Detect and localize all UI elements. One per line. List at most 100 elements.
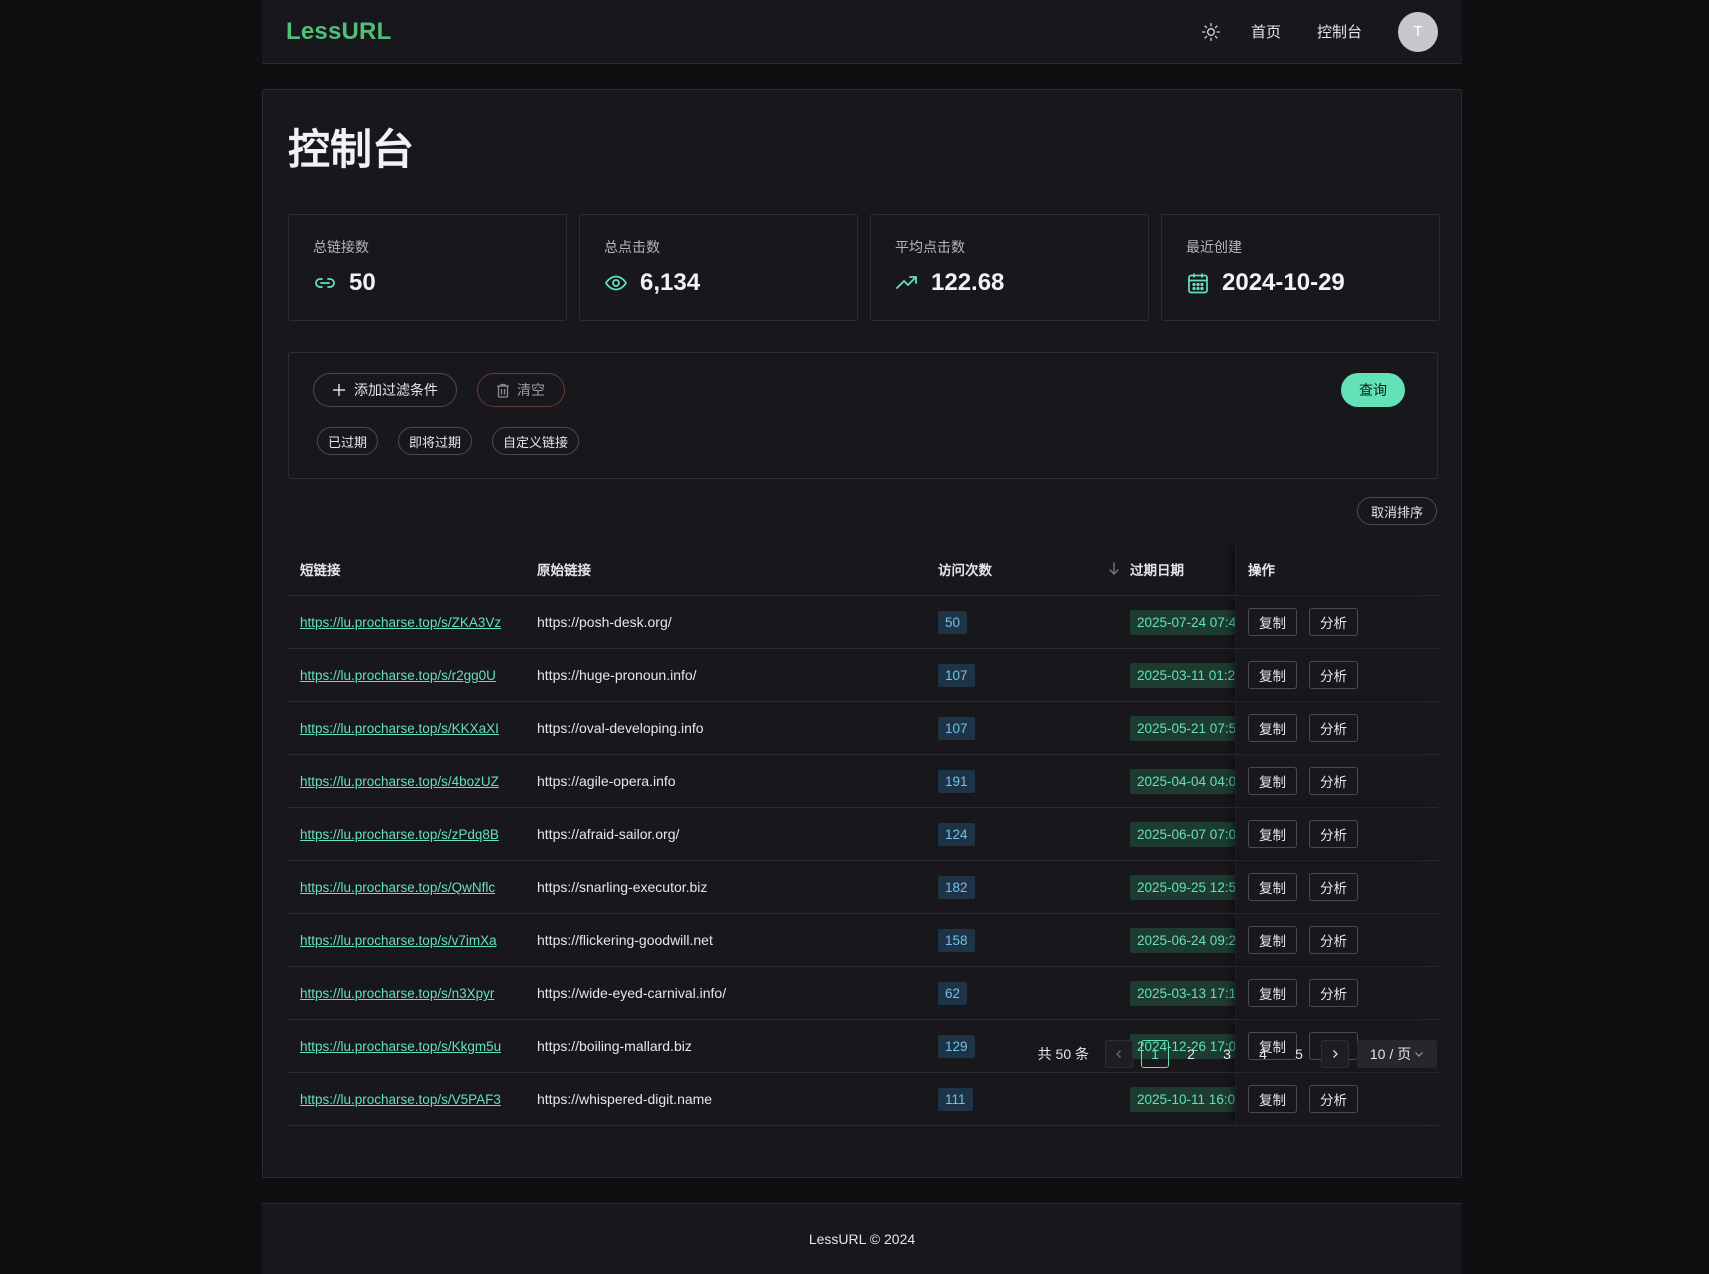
top-header: LessURL 首页 控制台 T (262, 0, 1462, 64)
short-link[interactable]: https://lu.procharse.top/s/Kkgm5u (300, 1039, 501, 1054)
actions-cell: 复制 分析 (1235, 808, 1438, 860)
copy-button[interactable]: 复制 (1248, 714, 1297, 742)
copy-button[interactable]: 复制 (1248, 1085, 1297, 1113)
avatar[interactable]: T (1398, 11, 1438, 52)
actions-cell: 复制 分析 (1235, 914, 1438, 966)
link-icon (313, 271, 337, 295)
original-link: https://oval-developing.info (537, 720, 704, 736)
page-1[interactable]: 1 (1141, 1040, 1169, 1068)
short-link[interactable]: https://lu.procharse.top/s/QwNflc (300, 880, 495, 895)
short-link-cell: https://lu.procharse.top/s/ZKA3Vz (288, 614, 537, 630)
expiry-cell: 2025-06-24 09:2 (1130, 927, 1235, 953)
visits-cell: 50 (938, 610, 1130, 634)
copy-button[interactable]: 复制 (1248, 767, 1297, 795)
original-link-cell: https://boiling-mallard.biz (537, 1038, 938, 1054)
short-link-cell: https://lu.procharse.top/s/Kkgm5u (288, 1038, 537, 1054)
copy-button[interactable]: 复制 (1248, 608, 1297, 636)
short-link-cell: https://lu.procharse.top/s/n3Xpyr (288, 985, 537, 1001)
column-header-visits[interactable]: 访问次数 (938, 559, 1130, 579)
table-row: https://lu.procharse.top/s/4bozUZ https:… (288, 755, 1438, 808)
analyze-button[interactable]: 分析 (1309, 1085, 1358, 1113)
stat-value: 50 (349, 269, 376, 296)
calendar-icon (1186, 271, 1210, 295)
copy-button[interactable]: 复制 (1248, 873, 1297, 901)
trending-up-icon (895, 271, 919, 295)
analyze-button[interactable]: 分析 (1309, 608, 1358, 636)
copy-button[interactable]: 复制 (1248, 979, 1297, 1007)
copy-button[interactable]: 复制 (1248, 661, 1297, 689)
visits-cell: 107 (938, 716, 1130, 740)
analyze-button[interactable]: 分析 (1309, 820, 1358, 848)
prev-page-button[interactable] (1105, 1040, 1133, 1068)
analyze-button[interactable]: 分析 (1309, 714, 1358, 742)
actions-cell: 复制 分析 (1235, 861, 1438, 913)
expiry-cell: 2025-07-24 07:4 (1130, 609, 1235, 635)
original-link: https://boiling-mallard.biz (537, 1038, 692, 1054)
sun-icon (1201, 22, 1220, 41)
table-header-row: 短链接 原始链接 访问次数 过期日期 操作 (288, 543, 1438, 596)
expiry-cell: 2025-10-11 16:0 (1130, 1086, 1235, 1112)
nav-home[interactable]: 首页 (1251, 21, 1281, 42)
page-4[interactable]: 4 (1249, 1040, 1277, 1068)
page-title: 控制台 (288, 126, 415, 173)
short-link[interactable]: https://lu.procharse.top/s/r2gg0U (300, 668, 496, 683)
dashboard-card: 控制台 总链接数 50 总点击数 6,134 平均点击数 122.68 最近创建… (262, 89, 1462, 1178)
actions-cell: 复制 分析 (1235, 702, 1438, 754)
analyze-button[interactable]: 分析 (1309, 873, 1358, 901)
filter-panel: 添加过滤条件 清空 查询 已过期 即将过期 自定义链接 (288, 352, 1438, 479)
visits-cell: 182 (938, 875, 1130, 899)
expiry-badge: 2025-06-07 07:0 (1130, 821, 1235, 847)
expiry-badge: 2025-07-24 07:4 (1130, 609, 1235, 635)
page-size-value: 10 / 页 (1369, 1046, 1412, 1062)
chip-expiring-soon[interactable]: 即将过期 (398, 427, 473, 455)
actions-cell: 复制 分析 (1235, 1073, 1438, 1125)
theme-toggle-button[interactable] (1197, 18, 1225, 46)
analyze-button[interactable]: 分析 (1309, 979, 1358, 1007)
page-size-select[interactable]: 10 / 页 (1357, 1040, 1437, 1068)
short-link[interactable]: https://lu.procharse.top/s/n3Xpyr (300, 986, 494, 1001)
add-filter-button[interactable]: 添加过滤条件 (313, 373, 457, 407)
short-link[interactable]: https://lu.procharse.top/s/ZKA3Vz (300, 615, 501, 630)
chip-expired[interactable]: 已过期 (317, 427, 379, 455)
column-header-expiry: 过期日期 (1130, 563, 1184, 578)
next-page-button[interactable] (1321, 1040, 1349, 1068)
copy-button[interactable]: 复制 (1248, 820, 1297, 848)
page-3[interactable]: 3 (1213, 1040, 1241, 1068)
table-row: https://lu.procharse.top/s/ZKA3Vz https:… (288, 596, 1438, 649)
short-link[interactable]: https://lu.procharse.top/s/V5PAF3 (300, 1092, 501, 1107)
original-link-cell: https://snarling-executor.biz (537, 879, 938, 895)
visits-cell: 107 (938, 663, 1130, 687)
analyze-button[interactable]: 分析 (1309, 926, 1358, 954)
short-link[interactable]: https://lu.procharse.top/s/4bozUZ (300, 774, 499, 789)
chip-custom-link[interactable]: 自定义链接 (492, 427, 580, 455)
page-5[interactable]: 5 (1285, 1040, 1313, 1068)
nav-dashboard[interactable]: 控制台 (1317, 21, 1362, 42)
clear-button[interactable]: 清空 (477, 373, 565, 407)
plus-icon (333, 384, 345, 396)
short-link[interactable]: https://lu.procharse.top/s/zPdq8B (300, 827, 499, 842)
sort-down-icon[interactable] (1108, 562, 1120, 576)
column-header-actions: 操作 (1235, 543, 1438, 595)
app-shell: LessURL 首页 控制台 T 控制台 总链接数 50 总点击数 6,134 … (262, 0, 1462, 1274)
cancel-sort-button[interactable]: 取消排序 (1356, 497, 1437, 525)
logo[interactable]: LessURL (286, 18, 391, 46)
query-button[interactable]: 查询 (1341, 373, 1405, 407)
page-2[interactable]: 2 (1177, 1040, 1205, 1068)
visits-badge: 111 (938, 1087, 973, 1111)
short-link-cell: https://lu.procharse.top/s/r2gg0U (288, 667, 537, 683)
actions-cell: 复制 分析 (1235, 596, 1438, 648)
table-row: https://lu.procharse.top/s/n3Xpyr https:… (288, 967, 1438, 1020)
original-link-cell: https://wide-eyed-carnival.info/ (537, 985, 938, 1001)
stat-label: 最近创建 (1186, 239, 1242, 255)
short-link[interactable]: https://lu.procharse.top/s/KKXaXI (300, 721, 499, 736)
expiry-cell: 2025-03-11 01:2 (1130, 662, 1235, 688)
stat-value: 2024-10-29 (1222, 269, 1345, 296)
analyze-button[interactable]: 分析 (1309, 661, 1358, 689)
copy-button[interactable]: 复制 (1248, 926, 1297, 954)
short-link[interactable]: https://lu.procharse.top/s/v7imXa (300, 933, 497, 948)
stat-label: 总链接数 (313, 239, 369, 255)
analyze-button[interactable]: 分析 (1309, 767, 1358, 795)
table-row: https://lu.procharse.top/s/v7imXa https:… (288, 914, 1438, 967)
short-link-cell: https://lu.procharse.top/s/zPdq8B (288, 826, 537, 842)
short-link-cell: https://lu.procharse.top/s/KKXaXI (288, 720, 537, 736)
